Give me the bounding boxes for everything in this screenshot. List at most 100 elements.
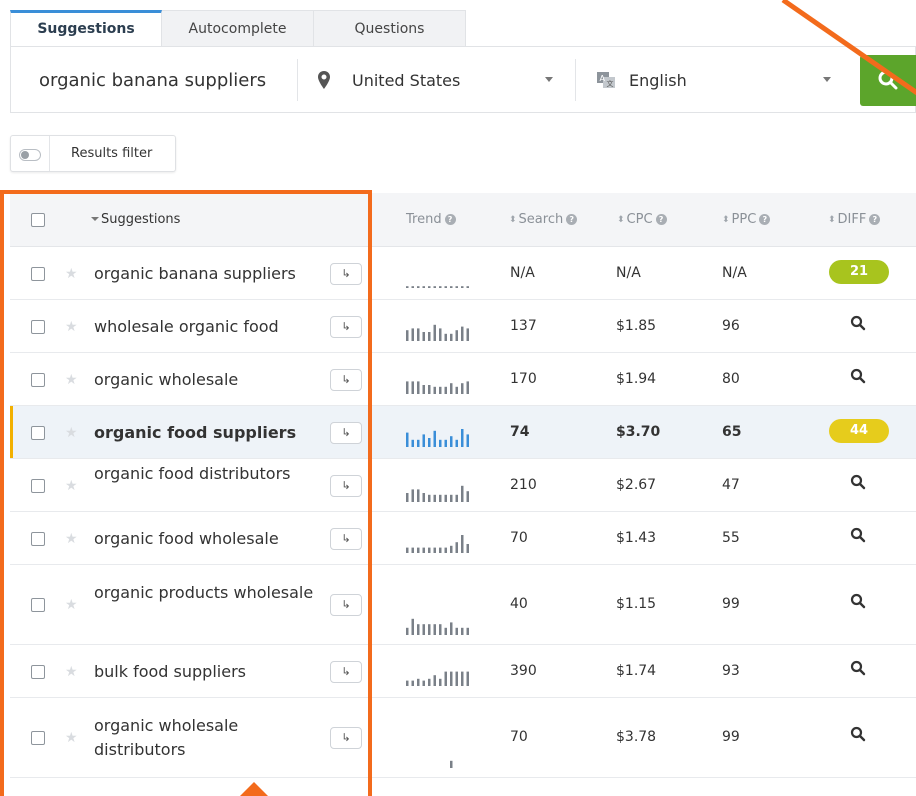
search-icon[interactable] (850, 726, 866, 742)
row-checkbox[interactable] (31, 664, 45, 679)
use-keyword-button[interactable]: ↳ (330, 368, 362, 391)
tab-autocomplete[interactable]: Autocomplete (162, 10, 314, 47)
use-keyword-button[interactable]: ↳ (330, 262, 362, 285)
svg-text:A: A (600, 74, 606, 83)
star-icon[interactable]: ★ (65, 665, 78, 679)
row-checkbox[interactable] (31, 478, 45, 493)
row-checkbox[interactable] (31, 425, 45, 440)
trend-bar (439, 547, 442, 553)
table-row[interactable]: ★ organic banana suppliers ↳ N/A N/A N/A 21 (10, 247, 916, 300)
use-keyword-button[interactable]: ↳ (330, 421, 362, 444)
location-select[interactable]: United States (352, 47, 460, 114)
col-search[interactable]: ⬍ Search? (509, 193, 578, 247)
search-icon[interactable] (850, 315, 866, 331)
row-keyword[interactable]: organic products wholesale (94, 581, 314, 605)
table-row[interactable]: ★ organic wholesale distributors ↳ 70 $3.78 9… (10, 698, 916, 778)
tab-questions[interactable]: Questions (314, 10, 466, 47)
search-icon[interactable] (850, 368, 866, 384)
arrow-return-icon: ↳ (341, 319, 351, 333)
chevron-down-icon[interactable] (545, 77, 553, 82)
use-keyword-button[interactable]: ↳ (330, 660, 362, 683)
trend-bar (411, 285, 414, 288)
col-suggestions[interactable]: Suggestions (91, 193, 180, 247)
row-checkbox[interactable] (31, 598, 45, 612)
divider (575, 59, 576, 101)
star-icon[interactable]: ★ (65, 320, 78, 334)
trend-bar (461, 671, 464, 686)
search-icon[interactable] (850, 527, 866, 543)
star-icon[interactable]: ★ (65, 731, 78, 745)
trend-bar (461, 534, 464, 553)
trend-bar (417, 547, 420, 553)
trend-bar (406, 432, 409, 447)
row-keyword[interactable]: organic food wholesale (94, 527, 314, 551)
row-keyword[interactable]: organic food distributors (94, 462, 314, 486)
table-row[interactable]: ★ organic food wholesale ↳ 70 $1.43 55 (10, 512, 916, 565)
row-keyword[interactable]: organic wholesale distributors (94, 714, 314, 762)
search-icon[interactable] (850, 593, 866, 609)
star-icon[interactable]: ★ (65, 373, 78, 387)
cell-search: 74 (510, 423, 530, 440)
star-icon[interactable]: ★ (65, 532, 78, 546)
cell-search: 390 (510, 662, 537, 679)
search-icon[interactable] (850, 660, 866, 676)
col-ppc[interactable]: ⬍ PPC? (722, 193, 771, 247)
sort-icon: ⬍ (617, 215, 625, 225)
arrow-return-icon: ↳ (341, 598, 351, 611)
row-keyword[interactable]: organic food suppliers (94, 421, 314, 445)
trend-bar (411, 618, 414, 635)
trend-bar (417, 285, 420, 288)
col-trend: Trend? (406, 193, 456, 247)
map-pin-icon (318, 71, 330, 89)
table-row[interactable]: ★ organic products wholesale ↳ 40 $1.15 99 (10, 565, 916, 645)
row-keyword[interactable]: organic banana suppliers (94, 262, 314, 286)
language-select[interactable]: English (629, 47, 687, 114)
col-diff[interactable]: ⬍ DIFF? (828, 193, 881, 247)
row-keyword[interactable]: bulk food suppliers (94, 660, 314, 684)
use-keyword-button[interactable]: ↳ (330, 727, 362, 749)
table-row[interactable]: ★ bulk food suppliers ↳ 390 $1.74 93 (10, 645, 916, 698)
trend-bar (461, 485, 464, 502)
star-icon[interactable]: ★ (65, 426, 78, 440)
trend-bar (444, 627, 447, 635)
trend-sparkline (406, 428, 469, 447)
row-checkbox[interactable] (31, 372, 45, 387)
trend-bar (417, 327, 420, 341)
row-checkbox[interactable] (31, 731, 45, 745)
star-icon[interactable]: ★ (65, 479, 78, 493)
row-checkbox[interactable] (31, 531, 45, 546)
search-icon[interactable] (850, 474, 866, 490)
row-checkbox[interactable] (31, 319, 45, 334)
table-row[interactable]: ★ organic wholesale ↳ 170 $1.94 80 (10, 353, 916, 406)
row-keyword[interactable]: wholesale organic food (94, 315, 314, 339)
chevron-down-icon[interactable] (823, 77, 831, 82)
use-keyword-button[interactable]: ↳ (330, 474, 362, 497)
select-all-checkbox[interactable] (31, 213, 45, 227)
use-keyword-button[interactable]: ↳ (330, 527, 362, 550)
cell-search: N/A (510, 264, 535, 281)
table-row[interactable]: ★ organic food suppliers ↳ 74 $3.70 65 44 (10, 406, 916, 459)
col-cpc[interactable]: ⬍ CPC? (617, 193, 667, 247)
keyword-input[interactable]: organic banana suppliers (39, 47, 266, 114)
tab-suggestions[interactable]: Suggestions (10, 10, 162, 47)
trend-bar (444, 439, 447, 447)
annotation-pointer (240, 782, 268, 796)
star-icon[interactable]: ★ (65, 598, 78, 612)
table-row[interactable]: ★ wholesale organic food ↳ 137 $1.85 96 (10, 300, 916, 353)
trend-bar (406, 285, 409, 288)
search-button[interactable] (860, 55, 916, 106)
row-keyword[interactable]: organic wholesale (94, 368, 314, 392)
use-keyword-button[interactable]: ↳ (330, 594, 362, 616)
table-row[interactable]: ★ organic food distributors ↳ 210 $2.67 47 (10, 459, 916, 512)
trend-bar (466, 285, 469, 288)
trend-bar (406, 329, 409, 341)
row-checkbox[interactable] (31, 266, 45, 281)
trend-bar (417, 624, 420, 635)
filter-toggle[interactable] (19, 149, 41, 161)
cell-ppc: 80 (722, 370, 740, 387)
trend-bar (422, 285, 425, 288)
cell-cpc: $3.78 (616, 729, 657, 745)
results-filter-button[interactable]: Results filter (10, 135, 176, 172)
star-icon[interactable]: ★ (65, 267, 78, 281)
use-keyword-button[interactable]: ↳ (330, 315, 362, 338)
